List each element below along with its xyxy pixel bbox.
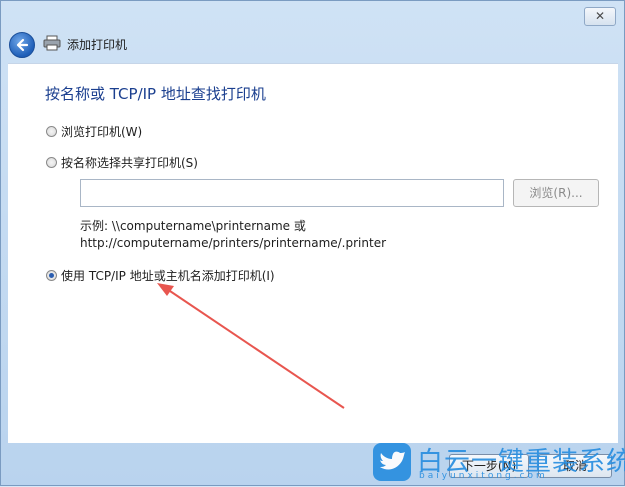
bird-logo-icon: [373, 443, 411, 481]
watermark-url: baiyunxitong.com: [419, 471, 548, 481]
annotation-arrow-icon: [157, 283, 345, 409]
watermark: 白云一键重装系统 baiyunxitong.com: [373, 441, 625, 485]
add-printer-window: ✕ 添加打印机 按名称或 TCP/IP 地址查找打印机 浏览打印机(W) 按名称…: [0, 0, 625, 486]
